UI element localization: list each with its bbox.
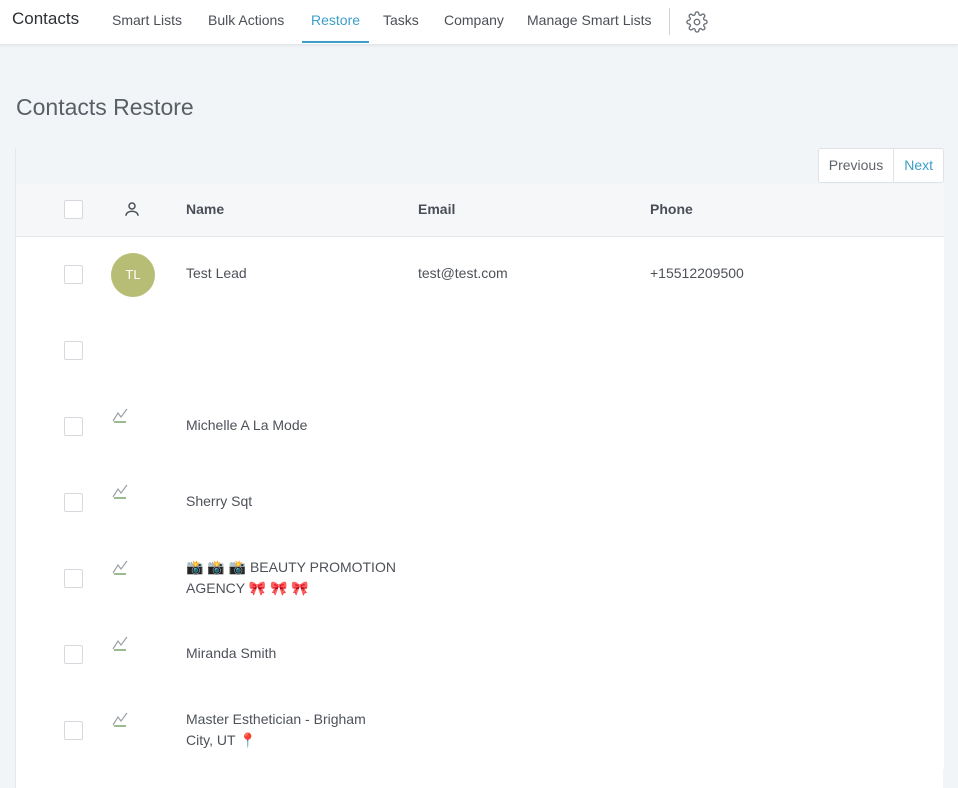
tab-smart-lists[interactable]: Smart Lists <box>112 12 182 43</box>
contact-name-line: Master Esthetician - Brigham <box>186 711 366 727</box>
nav-divider <box>669 8 670 35</box>
tab-restore[interactable]: Restore <box>301 12 370 43</box>
contact-name[interactable]: Master Esthetician - Brigham City, UT 📍 <box>186 709 406 751</box>
contact-name[interactable]: Michelle A La Mode <box>186 415 406 436</box>
table-row[interactable]: Michelle A La Mode <box>16 389 944 465</box>
contact-name-line: 📸 📸 📸 BEAUTY PROMOTION <box>186 559 396 575</box>
next-button[interactable]: Next <box>893 149 943 182</box>
table-row[interactable]: Master Esthetician - Brigham City, UT 📍 <box>16 693 944 769</box>
contact-name-line: City, UT 📍 <box>186 732 257 748</box>
broken-image-icon <box>112 483 128 499</box>
table-row[interactable] <box>16 313 944 389</box>
table-row[interactable]: Sherry Sqt <box>16 465 944 541</box>
contact-name[interactable]: Sherry Sqt <box>186 491 406 512</box>
broken-image-icon <box>112 635 128 651</box>
panel-toolbar: Previous Next <box>16 148 944 184</box>
row-checkbox[interactable] <box>64 341 83 360</box>
broken-image-icon <box>112 407 128 423</box>
table-row[interactable]: Miranda Smith <box>16 617 944 693</box>
tab-bulk-actions[interactable]: Bulk Actions <box>208 12 284 43</box>
contact-name[interactable]: Miranda Smith <box>186 643 406 664</box>
column-header-name[interactable]: Name <box>186 201 224 217</box>
user-icon <box>123 200 141 218</box>
row-checkbox[interactable] <box>64 721 83 740</box>
contact-name-line: AGENCY 🎀 🎀 🎀 <box>186 580 309 596</box>
row-checkbox[interactable] <box>64 493 83 512</box>
contact-phone: +15512209500 <box>650 265 744 281</box>
page-title: Contacts Restore <box>16 94 194 120</box>
contact-name[interactable]: 📸 📸 📸 BEAUTY PROMOTION AGENCY 🎀 🎀 🎀 <box>186 557 406 599</box>
app-title: Contacts <box>12 9 80 28</box>
column-header-phone[interactable]: Phone <box>650 201 693 217</box>
pagination: Previous Next <box>817 148 944 183</box>
broken-image-icon <box>112 559 128 575</box>
column-header-email[interactable]: Email <box>418 201 455 217</box>
contacts-table-panel: Previous Next Name Email Phone TL Test L… <box>15 148 944 788</box>
row-checkbox[interactable] <box>64 569 83 588</box>
contact-name[interactable]: Test Lead <box>186 263 406 284</box>
top-navigation: Contacts Smart Lists Bulk Actions Restor… <box>0 0 958 45</box>
avatar: TL <box>111 253 155 297</box>
row-checkbox[interactable] <box>64 645 83 664</box>
table-header: Name Email Phone <box>16 184 944 237</box>
row-checkbox[interactable] <box>64 265 83 284</box>
tab-company[interactable]: Company <box>444 12 504 43</box>
contact-email: test@test.com <box>418 265 508 281</box>
previous-button[interactable]: Previous <box>819 149 893 182</box>
tab-tasks[interactable]: Tasks <box>383 12 419 43</box>
row-checkbox[interactable] <box>64 417 83 436</box>
table-row[interactable]: 📸 📸 📸 BEAUTY PROMOTION AGENCY 🎀 🎀 🎀 <box>16 541 944 617</box>
gear-icon[interactable] <box>686 11 708 33</box>
table-row[interactable]: TL Test Lead test@test.com +15512209500 <box>16 237 944 313</box>
select-all-checkbox[interactable] <box>64 200 83 219</box>
broken-image-icon <box>112 711 128 727</box>
tab-manage-smart-lists[interactable]: Manage Smart Lists <box>527 12 652 43</box>
